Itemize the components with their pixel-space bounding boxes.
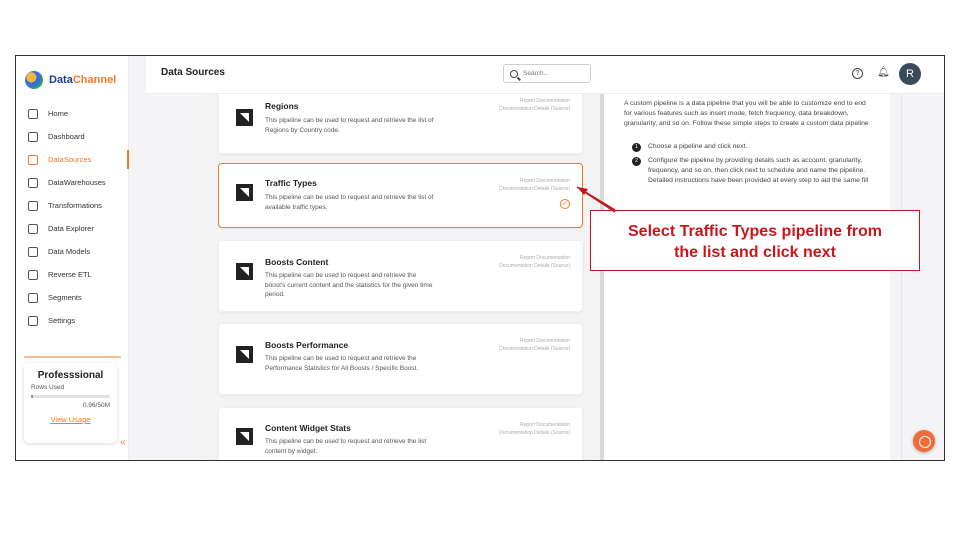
documentation-details-link[interactable]: Documentation Details (Source): [499, 262, 570, 270]
step-text: Choose a pipeline and click next.: [648, 143, 748, 150]
report-documentation-link[interactable]: Report Documentation: [499, 97, 570, 105]
sidebar: DataChannel Home Dashboard DataSources D…: [16, 56, 129, 460]
pipeline-icon: [236, 184, 253, 201]
step-number: 1: [632, 143, 641, 152]
pipeline-card-boosts-content[interactable]: Boosts Content This pipeline can be used…: [218, 240, 583, 312]
sidebar-item-settings[interactable]: Settings: [16, 309, 129, 332]
panel-border: [901, 94, 902, 460]
sidebar-item-label: DataSources: [48, 155, 92, 164]
transform-icon: [28, 200, 38, 211]
sidebar-item-segments[interactable]: Segments: [16, 286, 129, 309]
report-documentation-link[interactable]: Report Documentation: [499, 421, 570, 429]
sidebar-item-transformations[interactable]: Transformations: [16, 194, 129, 217]
pipeline-icon: [236, 428, 253, 445]
plan-card: Professsional Rows Used 0.96/50M View Us…: [24, 363, 117, 443]
sidebar-divider: [24, 356, 121, 358]
instruction-callout: Select Traffic Types pipeline from the l…: [590, 210, 920, 271]
pipeline-title: Boosts Content: [265, 257, 329, 267]
sidebar-item-data-explorer[interactable]: Data Explorer: [16, 217, 129, 240]
segments-icon: [28, 292, 38, 303]
sidebar-item-label: DataWarehouses: [48, 178, 106, 187]
sidebar-item-reverse-etl[interactable]: Reverse ETL: [16, 263, 129, 286]
rows-used-count: 0.96/50M: [82, 402, 110, 409]
callout-line-2: the list and click next: [674, 244, 836, 261]
selected-check-icon: ✓: [560, 199, 570, 209]
step-text: Configure the pipeline by providing deta…: [648, 157, 869, 184]
home-icon: [28, 108, 38, 119]
pipeline-description: This pipeline can be used to request and…: [265, 438, 427, 455]
step-item: 1 Choose a pipeline and click next.: [624, 142, 869, 152]
report-documentation-link[interactable]: Report Documentation: [499, 337, 570, 345]
sidebar-item-home[interactable]: Home: [16, 102, 129, 125]
pipeline-title: Boosts Performance: [265, 340, 349, 350]
pipeline-card-traffic-types[interactable]: Traffic Types This pipeline can be used …: [218, 163, 583, 228]
sidebar-item-datawarehouses[interactable]: DataWarehouses: [16, 171, 129, 194]
pipeline-card-content-widget-stats[interactable]: Content Widget Stats This pipeline can b…: [218, 407, 583, 460]
sidebar-item-label: Data Models: [48, 247, 91, 256]
pipeline-title: Traffic Types: [265, 178, 317, 188]
datasources-icon: [28, 154, 38, 165]
step-item: 2 Configure the pipeline by providing de…: [624, 156, 869, 186]
brand-logo[interactable]: DataChannel: [25, 71, 116, 89]
pipeline-title: Content Widget Stats: [265, 423, 351, 433]
sidebar-item-dashboard[interactable]: Dashboard: [16, 125, 129, 148]
sidebar-item-label: Settings: [48, 316, 76, 325]
sidebar-item-data-models[interactable]: Data Models: [16, 240, 129, 263]
sidebar-item-label: Data Explorer: [48, 224, 94, 233]
brand-name-b: Channel: [72, 74, 117, 86]
dashboard-icon: [28, 131, 38, 142]
panel-intro-text: A custom pipeline is a data pipeline tha…: [624, 100, 869, 127]
models-icon: [28, 246, 38, 257]
collapse-sidebar-icon[interactable]: «: [120, 437, 126, 448]
warehouse-icon: [28, 177, 38, 188]
plan-name: Professsional: [37, 370, 104, 381]
help-icon[interactable]: ?: [852, 68, 863, 79]
pipeline-card-boosts-performance[interactable]: Boosts Performance This pipeline can be …: [218, 323, 583, 395]
rows-used-label: Rows Used: [31, 384, 65, 391]
step-number: 2: [632, 157, 641, 166]
avatar[interactable]: R: [899, 63, 921, 85]
sidebar-item-label: Dashboard: [48, 132, 85, 141]
pipeline-icon: [236, 346, 253, 363]
search-icon: [510, 69, 518, 78]
chat-support-icon[interactable]: [913, 430, 935, 452]
callout-line-1: Select Traffic Types pipeline from: [628, 223, 882, 240]
sidebar-item-label: Transformations: [48, 201, 102, 210]
documentation-details-link[interactable]: Documentation Details (Source): [499, 429, 570, 437]
pipeline-icon: [236, 263, 253, 280]
logo-icon: [25, 71, 43, 89]
pipeline-description: This pipeline can be used to request and…: [265, 117, 434, 134]
usage-progress-fill: [31, 395, 33, 398]
brand-name-a: Data: [49, 74, 73, 86]
pipeline-card-regions[interactable]: Regions This pipeline can be used to req…: [218, 94, 583, 154]
page-title: Data Sources: [161, 67, 225, 78]
sidebar-nav: Home Dashboard DataSources DataWarehouse…: [16, 102, 129, 332]
view-usage-link[interactable]: View Usage: [31, 415, 110, 424]
documentation-details-link[interactable]: Documentation Details (Source): [499, 185, 570, 193]
notification-bell-icon[interactable]: 🔔︎: [877, 67, 890, 78]
sidebar-item-label: Segments: [48, 293, 82, 302]
pipeline-description: This pipeline can be used to request and…: [265, 272, 433, 298]
search-box[interactable]: [503, 64, 591, 83]
settings-icon: [28, 315, 38, 326]
pipeline-list: Regions This pipeline can be used to req…: [203, 94, 598, 460]
report-documentation-link[interactable]: Report Documentation: [499, 254, 570, 262]
search-input[interactable]: [523, 70, 578, 77]
report-documentation-link[interactable]: Report Documentation: [499, 177, 570, 185]
custom-pipeline-info-panel: A custom pipeline is a data pipeline tha…: [600, 94, 890, 460]
reverse-etl-icon: [28, 269, 38, 280]
sidebar-item-datasources[interactable]: DataSources: [16, 148, 129, 171]
pipeline-description: This pipeline can be used to request and…: [265, 355, 419, 372]
usage-progress-bar: [31, 395, 110, 398]
documentation-details-link[interactable]: Documentation Details (Source): [499, 345, 570, 353]
pipeline-icon: [236, 109, 253, 126]
sidebar-item-label: Reverse ETL: [48, 270, 92, 279]
pipeline-title: Regions: [265, 101, 299, 111]
pipeline-description: This pipeline can be used to request and…: [265, 194, 434, 211]
sidebar-item-label: Home: [48, 109, 69, 118]
explorer-icon: [28, 223, 38, 234]
documentation-details-link[interactable]: Documentation Details (Source): [499, 105, 570, 113]
top-bar: Data Sources ? 🔔︎ R: [146, 56, 944, 94]
